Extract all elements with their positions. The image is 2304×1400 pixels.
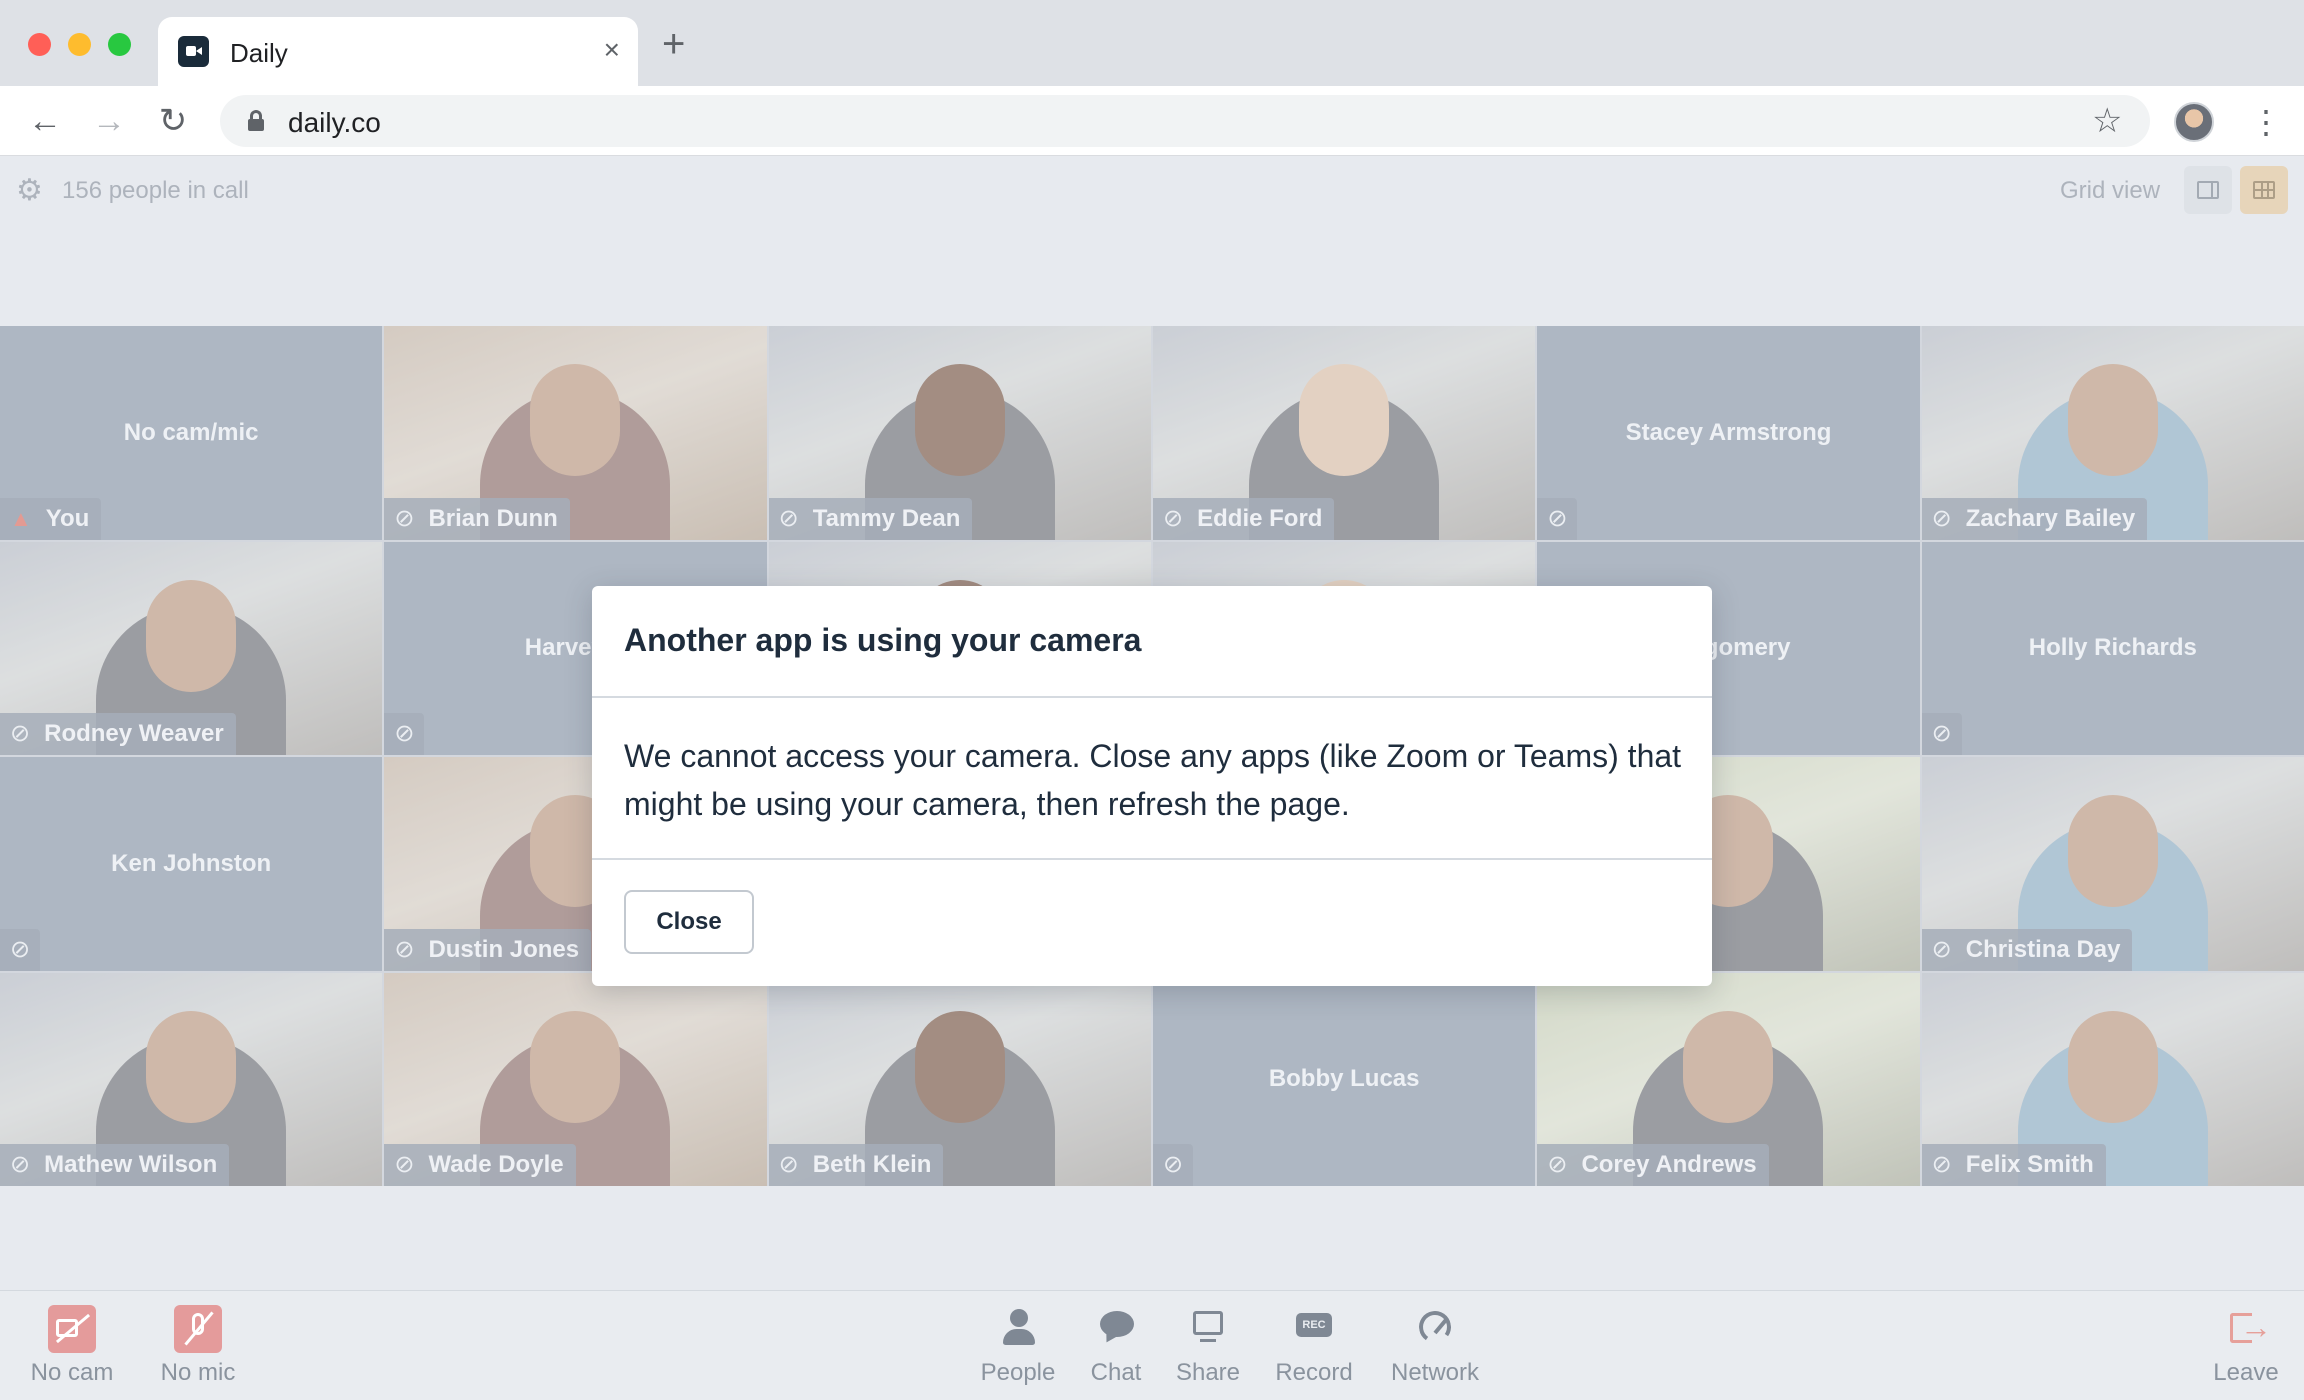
divider [592, 858, 1712, 860]
dialog-title: Another app is using your camera [624, 622, 1142, 658]
url-text[interactable]: daily.co [288, 107, 381, 139]
chat-icon [1092, 1305, 1140, 1353]
chat-label: Chat [1090, 1359, 1142, 1386]
back-button[interactable]: ← [24, 100, 66, 142]
new-tab-button[interactable]: + [662, 24, 685, 64]
forward-button[interactable]: → [88, 100, 130, 142]
mic-label: No mic [160, 1359, 236, 1386]
browser-toolbar: ← → ↻ daily.co [0, 86, 2304, 156]
window-minimize-dot[interactable] [68, 33, 91, 56]
leave-label: Leave [2213, 1359, 2279, 1386]
camera-off-icon [48, 1305, 96, 1353]
camera-in-use-dialog: Another app is using your camera We cann… [592, 586, 1712, 986]
network-label: Network [1390, 1359, 1480, 1386]
reload-button[interactable]: ↻ [152, 100, 194, 142]
tab-close-icon[interactable]: × [604, 35, 620, 65]
mic-toggle[interactable]: No mic [148, 1305, 248, 1387]
dialog-message: We cannot access your camera. Close any … [624, 738, 1682, 822]
bookmark-star-icon[interactable]: ☆ [2092, 100, 2122, 142]
record-icon [1290, 1305, 1338, 1353]
close-button[interactable]: Close [624, 890, 754, 954]
lock-icon[interactable] [248, 110, 264, 131]
browser-menu-icon[interactable]: ⋮ [2250, 104, 2282, 140]
divider [592, 696, 1712, 698]
share-button[interactable]: Share [1158, 1305, 1258, 1387]
network-button[interactable]: Network [1380, 1305, 1490, 1387]
share-label: Share [1175, 1359, 1241, 1386]
people-label: People [980, 1359, 1056, 1386]
window-close-dot[interactable] [28, 33, 51, 56]
daily-favicon-icon [178, 36, 209, 67]
profile-avatar[interactable] [2174, 102, 2214, 142]
tab-title: Daily [230, 38, 288, 68]
people-button[interactable]: People [968, 1305, 1068, 1387]
network-gauge-icon [1411, 1305, 1459, 1353]
window-zoom-dot[interactable] [108, 33, 131, 56]
record-label: Record [1275, 1359, 1353, 1386]
call-tray: No cam No mic People Chat Share Record N… [0, 1290, 2304, 1400]
camera-label: No cam [30, 1359, 114, 1386]
browser-tab-bar: Daily × + [0, 0, 2304, 86]
leave-button[interactable]: Leave [2196, 1305, 2296, 1387]
leave-icon [2222, 1305, 2272, 1353]
screen-share-icon [1184, 1305, 1232, 1353]
people-icon [994, 1305, 1042, 1353]
browser-tab[interactable]: Daily × [158, 17, 638, 86]
camera-toggle[interactable]: No cam [22, 1305, 122, 1387]
record-button[interactable]: Record [1262, 1305, 1366, 1387]
address-bar[interactable]: daily.co [220, 95, 2150, 147]
mic-off-icon [174, 1305, 222, 1353]
chat-button[interactable]: Chat [1066, 1305, 1166, 1387]
